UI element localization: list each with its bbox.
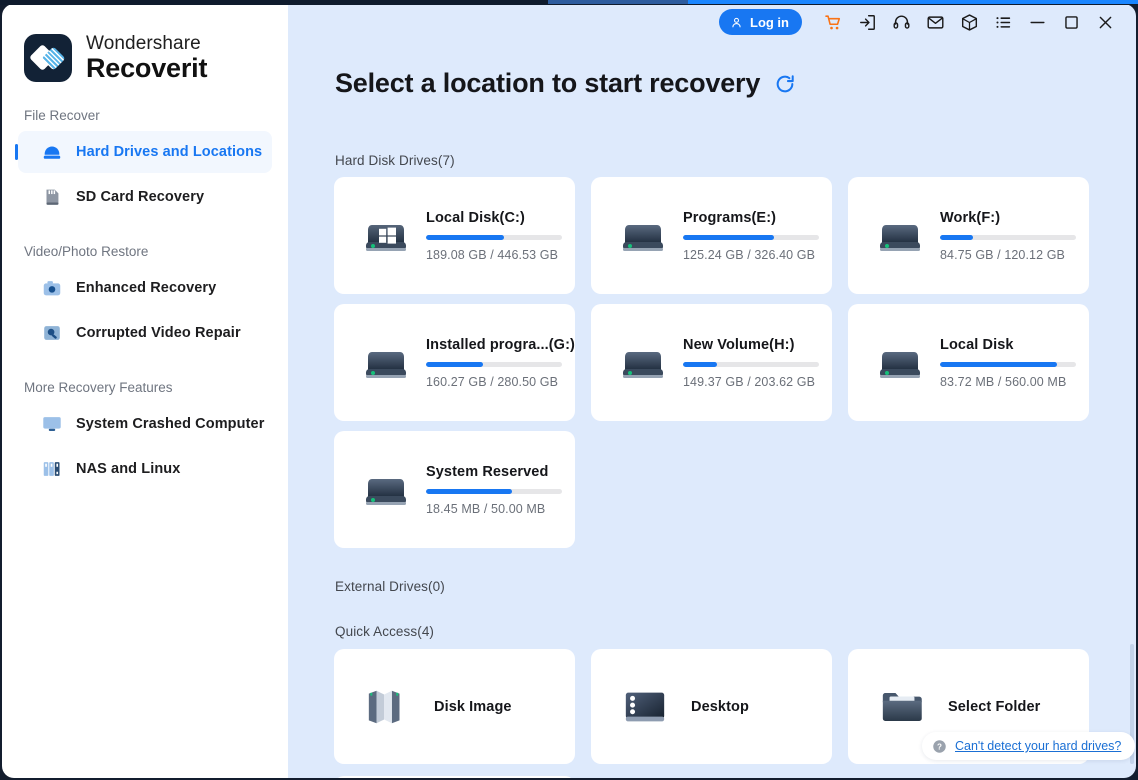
drive-capacity: 84.75 GB / 120.12 GB — [940, 247, 1065, 262]
capacity-bar — [426, 361, 562, 367]
drive-name: Local Disk — [940, 336, 1014, 353]
quick-access-card-desktop[interactable]: Desktop — [591, 649, 832, 764]
capacity-bar — [426, 488, 562, 494]
sidebar-group-title-more-recovery-features: More Recovery Features — [24, 380, 173, 395]
hard-drive-icon — [358, 462, 414, 518]
drive-name: Installed progra...(G:) — [426, 336, 575, 353]
drive-card-programs-e[interactable]: Programs(E:) 125.24 GB / 326.40 GB — [591, 177, 832, 294]
menu-list-icon[interactable] — [986, 7, 1020, 37]
sidebar-group-title-file-recover: File Recover — [24, 108, 100, 123]
hard-drive-icon — [615, 335, 671, 391]
question-mark-icon: ? — [932, 739, 947, 754]
drive-name: New Volume(H:) — [683, 336, 795, 353]
gift-box-icon[interactable] — [952, 7, 986, 37]
sidebar-item-system-crashed-computer[interactable]: System Crashed Computer — [18, 403, 272, 445]
drive-capacity: 160.27 GB / 280.50 GB — [426, 374, 559, 389]
wondershare-logo-icon — [24, 34, 72, 82]
drive-capacity: 18.45 MB / 50.00 MB — [426, 501, 546, 516]
sign-in-icon[interactable] — [850, 7, 884, 37]
drive-capacity: 125.24 GB / 326.40 GB — [683, 247, 816, 262]
folder-icon — [878, 683, 926, 731]
brand-name-bottom: Recoverit — [86, 53, 208, 83]
section-label-hard-disk-drives: Hard Disk Drives(7) — [335, 153, 455, 168]
quick-access-card-disk-image[interactable]: Disk Image — [334, 649, 575, 764]
login-button-label: Log in — [750, 14, 789, 30]
sidebar-item-label: NAS and Linux — [76, 461, 181, 477]
help-hint[interactable]: ? Can't detect your hard drives? — [922, 732, 1136, 760]
hard-drive-icon — [40, 140, 64, 164]
drive-capacity: 189.08 GB / 446.53 GB — [426, 247, 559, 262]
sidebar-group-title-video-photo-restore: Video/Photo Restore — [24, 244, 149, 259]
server-icon — [40, 457, 64, 481]
drive-capacity: 149.37 GB / 203.62 GB — [683, 374, 816, 389]
disk-image-icon — [364, 683, 412, 731]
section-label-external-drives: External Drives(0) — [335, 579, 445, 594]
user-icon — [732, 17, 741, 27]
sidebar-item-label: System Crashed Computer — [76, 416, 265, 432]
mail-icon[interactable] — [918, 7, 952, 37]
sidebar-item-corrupted-video-repair[interactable]: Corrupted Video Repair — [18, 312, 272, 354]
sidebar-item-label: Hard Drives and Locations — [76, 144, 263, 160]
refresh-icon[interactable] — [774, 73, 796, 95]
desktop-icon — [621, 683, 669, 731]
quick-access-label: Desktop — [691, 698, 749, 715]
window-accent-bar-dark — [548, 0, 688, 4]
camera-icon — [40, 276, 64, 300]
drive-name: Work(F:) — [940, 209, 1001, 226]
capacity-bar — [940, 234, 1076, 240]
capacity-bar — [683, 361, 819, 367]
main-content: Log in Select a location to start recove… — [288, 4, 1136, 778]
cart-icon[interactable] — [816, 7, 850, 37]
sidebar: Wondershare Recoverit File Recover Hard … — [2, 4, 288, 778]
sidebar-item-label: Corrupted Video Repair — [76, 325, 241, 341]
svg-text:?: ? — [937, 742, 942, 751]
sidebar-item-enhanced-recovery[interactable]: Enhanced Recovery — [18, 267, 272, 309]
drive-card-system-reserved[interactable]: System Reserved 18.45 MB / 50.00 MB — [334, 431, 575, 548]
hard-drive-icon — [872, 335, 928, 391]
drive-capacity: 83.72 MB / 560.00 MB — [940, 374, 1067, 389]
page-title: Select a location to start recovery — [335, 68, 761, 98]
drive-card-work-f[interactable]: Work(F:) 84.75 GB / 120.12 GB — [848, 177, 1089, 294]
windows-drive-icon — [358, 208, 414, 264]
sidebar-item-label: SD Card Recovery — [76, 189, 205, 205]
minimize-icon[interactable] — [1020, 7, 1054, 37]
maximize-icon[interactable] — [1054, 7, 1088, 37]
sidebar-item-sd-card-recovery[interactable]: SD Card Recovery — [18, 176, 272, 218]
hard-drive-icon — [358, 335, 414, 391]
sd-card-icon — [40, 185, 64, 209]
page-header: Select a location to start recovery — [335, 68, 796, 99]
quick-access-label: Disk Image — [434, 698, 512, 715]
drive-card-installed-programs-g[interactable]: Installed progra...(G:) 160.27 GB / 280.… — [334, 304, 575, 421]
drive-name: System Reserved — [426, 463, 549, 480]
application-window: Wondershare Recoverit File Recover Hard … — [0, 0, 1138, 780]
help-link[interactable]: Can't detect your hard drives? — [955, 739, 1121, 753]
sidebar-item-nas-and-linux[interactable]: NAS and Linux — [18, 448, 272, 490]
capacity-bar — [426, 234, 562, 240]
hard-drive-icon — [872, 208, 928, 264]
capacity-bar — [683, 234, 819, 240]
login-button[interactable]: Log in — [719, 9, 802, 35]
window-titlebar: Log in — [288, 4, 1136, 40]
drive-card-local-disk[interactable]: Local Disk 83.72 MB / 560.00 MB — [848, 304, 1089, 421]
section-label-quick-access: Quick Access(4) — [335, 624, 435, 639]
drive-card-local-disk-c[interactable]: Local Disk(C:) 189.08 GB / 446.53 GB — [334, 177, 575, 294]
drive-name: Programs(E:) — [683, 209, 777, 226]
drive-card-new-volume-h[interactable]: New Volume(H:) 149.37 GB / 203.62 GB — [591, 304, 832, 421]
hard-drive-icon — [615, 208, 671, 264]
capacity-bar — [940, 361, 1076, 367]
quick-access-label: Select Folder — [948, 698, 1041, 715]
drive-name: Local Disk(C:) — [426, 209, 525, 226]
partial-card-row[interactable] — [334, 776, 575, 778]
sidebar-item-hard-drives-and-locations[interactable]: Hard Drives and Locations — [15, 131, 272, 173]
headset-icon[interactable] — [884, 7, 918, 37]
video-repair-icon — [40, 321, 64, 345]
brand-name-top: Wondershare — [86, 33, 201, 54]
sidebar-item-label: Enhanced Recovery — [76, 280, 217, 296]
monitor-icon — [40, 412, 64, 436]
close-icon[interactable] — [1088, 7, 1122, 37]
brand-logo: Wondershare Recoverit — [2, 4, 288, 82]
